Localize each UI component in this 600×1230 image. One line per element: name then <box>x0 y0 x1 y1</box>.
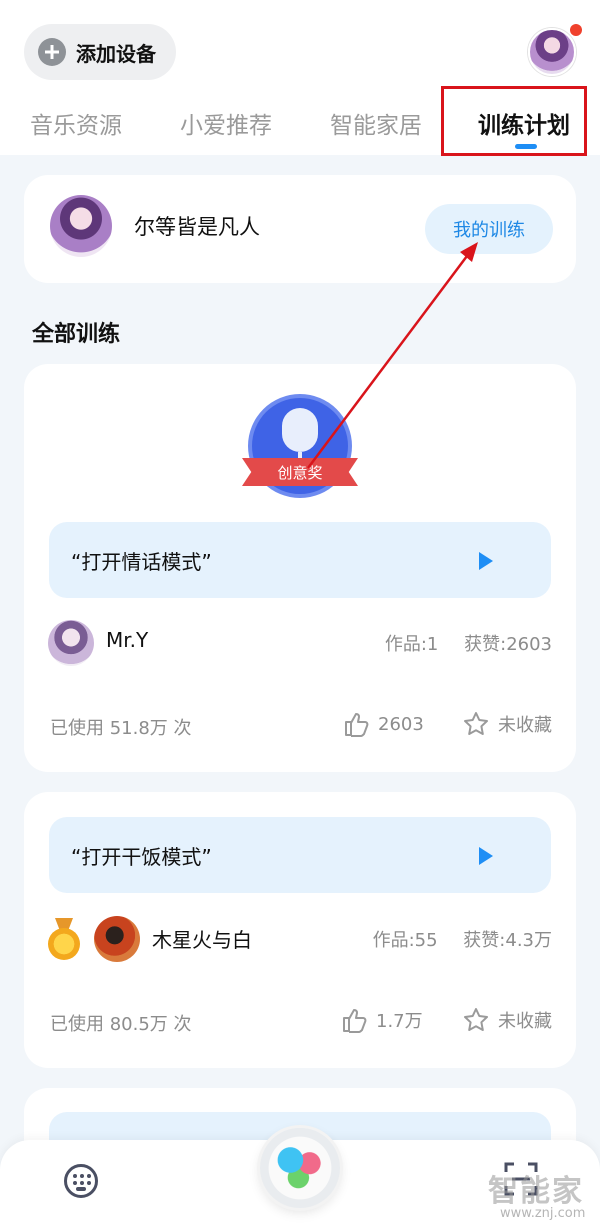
favorite-label: 未收藏 <box>498 715 552 736</box>
thumbs-up-icon <box>343 1009 367 1033</box>
medal-icon <box>48 918 80 962</box>
like-count: 1.7万 <box>376 1011 423 1032</box>
phrase-box[interactable]: “打开情话模式” <box>49 522 551 598</box>
usage-row: 已使用 51.8万 次 2603 未收藏 <box>50 708 552 744</box>
award-ribbon: 创意奖 <box>242 458 358 486</box>
phrase-text: “打开干饭模式” <box>71 845 212 869</box>
my-training-button[interactable]: 我的训练 <box>425 204 553 254</box>
keypad-icon[interactable] <box>64 1164 98 1198</box>
plus-icon <box>38 38 66 66</box>
star-icon <box>464 712 488 735</box>
annotation-highlight-box <box>441 86 587 156</box>
favorite-button[interactable]: 未收藏 <box>462 710 552 738</box>
author-name[interactable]: Mr.Y <box>106 628 148 652</box>
section-title: 全部训练 <box>32 322 121 347</box>
likes-received: 获赞:2603 <box>464 634 552 655</box>
voice-assistant-button[interactable] <box>260 1128 340 1208</box>
author-stats: 作品:1 获赞:2603 <box>385 630 552 656</box>
usage-count: 已使用 51.8万 次 <box>50 718 192 739</box>
tab-smart-home[interactable]: 智能家居 <box>330 106 422 140</box>
tab-xiaoai-recommend[interactable]: 小爱推荐 <box>180 106 272 140</box>
user-name: 尔等皆是凡人 <box>134 215 260 239</box>
thumbs-up-icon <box>345 713 369 737</box>
author-avatar[interactable] <box>48 620 94 666</box>
favorite-button[interactable]: 未收藏 <box>462 1006 552 1034</box>
author-row: 木星火与白 作品:55 获赞:4.3万 <box>48 914 552 962</box>
phrase-box[interactable]: “打开干饭模式” <box>49 817 551 893</box>
author-name[interactable]: 木星火与白 <box>152 924 252 953</box>
likes-received: 获赞:4.3万 <box>463 930 552 951</box>
notification-dot <box>570 24 582 36</box>
microphone-icon <box>282 408 318 452</box>
works-count: 作品:1 <box>384 634 439 655</box>
favorite-label: 未收藏 <box>498 1011 552 1032</box>
tab-music-resources[interactable]: 音乐资源 <box>30 106 122 140</box>
play-icon[interactable] <box>479 552 493 570</box>
author-avatar[interactable] <box>94 916 140 962</box>
star-icon <box>464 1008 488 1031</box>
user-card: 尔等皆是凡人 我的训练 <box>24 175 576 283</box>
usage-row: 已使用 80.5万 次 1.7万 未收藏 <box>50 1004 552 1040</box>
training-card[interactable]: “打开干饭模式” 木星火与白 作品:55 获赞:4.3万 已使用 80.5万 次… <box>24 792 576 1068</box>
play-icon[interactable] <box>479 847 493 865</box>
user-avatar[interactable] <box>50 195 112 257</box>
watermark-url: www.znj.com <box>500 1206 586 1221</box>
training-card[interactable]: 创意奖 “打开情话模式” Mr.Y 作品:1 获赞:2603 已使用 51.8万… <box>24 364 576 772</box>
like-count: 2603 <box>378 713 424 735</box>
usage-count: 已使用 80.5万 次 <box>50 1014 192 1035</box>
add-device-label: 添加设备 <box>76 41 156 66</box>
phrase-text: “打开情话模式” <box>71 550 212 574</box>
watermark-logo: 智能家 <box>488 1174 584 1209</box>
add-device-button[interactable]: 添加设备 <box>24 24 176 80</box>
author-stats: 作品:55 获赞:4.3万 <box>373 926 552 952</box>
like-button[interactable]: 2603 <box>342 710 424 738</box>
works-count: 作品:55 <box>372 930 438 951</box>
author-row: Mr.Y 作品:1 获赞:2603 <box>48 618 552 666</box>
profile-avatar[interactable] <box>528 28 576 76</box>
like-button[interactable]: 1.7万 <box>340 1006 423 1034</box>
